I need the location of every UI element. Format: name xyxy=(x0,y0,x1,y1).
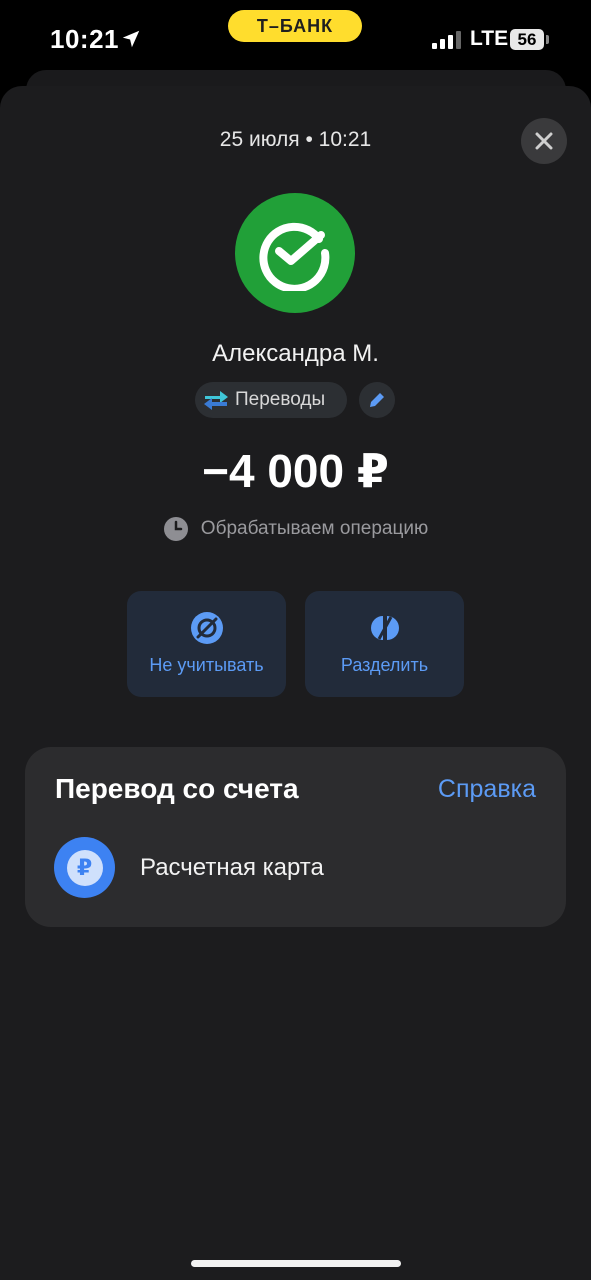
transaction-status: Обрабатываем операцию xyxy=(0,516,591,542)
counterparty-name: Александра М. xyxy=(212,340,379,367)
close-button[interactable] xyxy=(521,118,567,164)
edit-category-button[interactable] xyxy=(359,382,395,418)
status-text: Обрабатываем операцию xyxy=(200,518,429,539)
close-icon xyxy=(535,132,553,150)
home-indicator[interactable] xyxy=(191,1260,401,1267)
status-bar: 10:21 Т–БАНК LTE 56 xyxy=(0,0,591,80)
transaction-date: 25 июля • 10:21 xyxy=(219,128,372,151)
status-time: 10:21 xyxy=(50,24,119,54)
split-label: Разделить xyxy=(340,655,429,675)
transfer-arrows-icon xyxy=(204,391,228,410)
split-button[interactable]: Разделить xyxy=(305,591,464,697)
source-account-card: Перевод со счета Справка ₽ Расчетная кар… xyxy=(25,747,566,927)
network-label: LTE xyxy=(470,27,509,50)
clock-icon xyxy=(163,517,188,541)
category-label: Переводы xyxy=(235,389,326,410)
help-link[interactable]: Справка xyxy=(438,775,536,804)
ruble-account-icon: ₽ xyxy=(54,837,115,898)
ignore-label: Не учитывать xyxy=(149,655,264,675)
counterparty-avatar xyxy=(235,193,355,313)
battery-nub xyxy=(546,35,549,44)
sber-logo-icon xyxy=(259,222,330,291)
account-name[interactable]: Расчетная карта xyxy=(140,854,324,882)
category-chip[interactable]: Переводы xyxy=(195,382,347,418)
pencil-icon xyxy=(370,393,384,407)
location-arrow-icon xyxy=(122,30,140,48)
split-icon xyxy=(370,616,399,640)
ignore-button[interactable]: Не учитывать xyxy=(127,591,286,697)
ignore-icon xyxy=(190,612,223,644)
brand-pill[interactable]: Т–БАНК xyxy=(228,10,362,42)
battery-icon: 56 xyxy=(510,29,544,50)
card-title: Перевод со счета xyxy=(55,773,299,804)
ruble-symbol: ₽ xyxy=(66,849,103,886)
transaction-amount: −4 000 ₽ xyxy=(202,445,389,497)
signal-icon xyxy=(432,31,461,49)
